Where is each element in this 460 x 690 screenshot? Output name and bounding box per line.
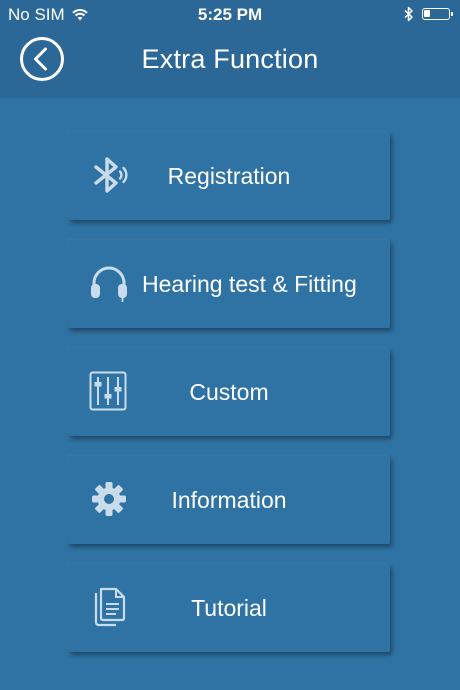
hearing-test-fitting-button[interactable]: Hearing test & Fitting	[68, 240, 390, 328]
clock: 5:25 PM	[197, 5, 263, 24]
function-menu: Registration Hearing test & Fitting Cust…	[68, 132, 390, 672]
custom-label: Custom	[189, 379, 269, 405]
battery-fill	[424, 10, 430, 17]
battery-cap	[451, 12, 453, 16]
status-bar: No SIM 5:25 PM	[0, 0, 460, 30]
hearing-test-fitting-label: Hearing test & Fitting	[142, 271, 357, 297]
headphones-icon	[91, 266, 127, 302]
tutorial-label: Tutorial	[191, 595, 267, 621]
nav-bar: Extra Function	[0, 30, 460, 98]
page-title: Extra Function	[141, 44, 319, 74]
battery-icon	[422, 8, 453, 20]
status-right	[404, 6, 453, 22]
tutorial-button[interactable]: Tutorial	[68, 564, 390, 652]
registration-label: Registration	[167, 163, 291, 189]
information-label: Information	[171, 487, 287, 513]
information-button[interactable]: Information	[68, 456, 390, 544]
custom-button[interactable]: Custom	[68, 348, 390, 436]
registration-button[interactable]: Registration	[68, 132, 390, 220]
bluetooth-icon	[404, 6, 413, 22]
